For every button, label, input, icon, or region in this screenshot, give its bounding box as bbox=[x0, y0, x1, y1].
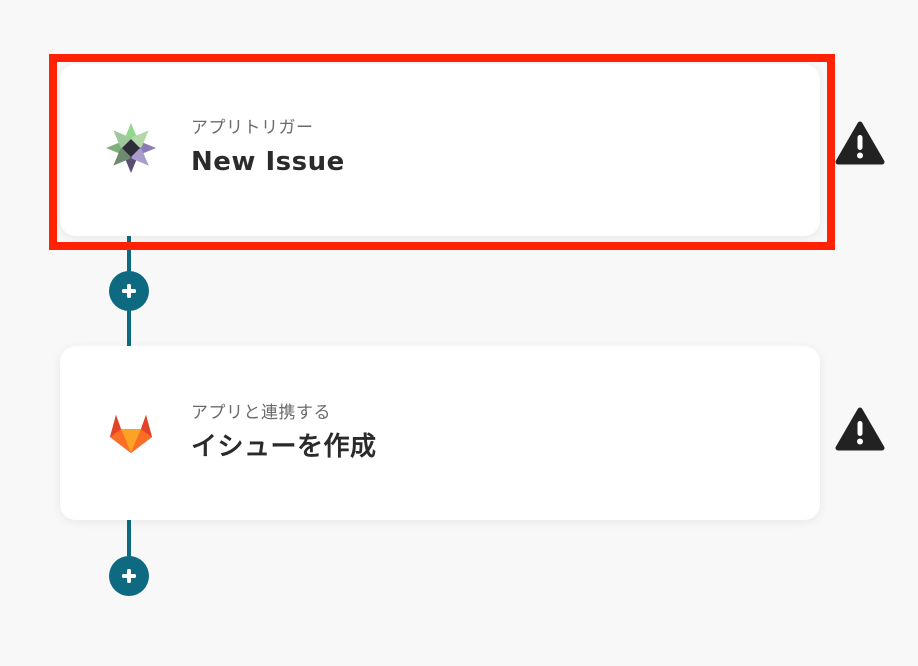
plus-icon bbox=[122, 284, 136, 298]
flow-connector-line bbox=[127, 520, 131, 560]
add-step-button[interactable] bbox=[109, 271, 149, 311]
flow-step-card-action[interactable]: アプリと連携する イシューを作成 bbox=[60, 346, 820, 520]
gitlab-logo-icon bbox=[104, 405, 158, 459]
step-type-label: アプリと連携する bbox=[191, 403, 331, 423]
step-type-label: アプリトリガー bbox=[191, 118, 314, 138]
warning-icon[interactable] bbox=[835, 407, 885, 451]
add-step-button[interactable] bbox=[109, 556, 149, 596]
warning-icon[interactable] bbox=[835, 121, 885, 165]
flow-step-card-trigger[interactable]: アプリトリガー New Issue bbox=[60, 64, 820, 236]
multi-color-star-logo-icon bbox=[104, 121, 158, 175]
step-title: New Issue bbox=[191, 147, 345, 177]
step-title: イシューを作成 bbox=[191, 432, 377, 462]
plus-icon bbox=[122, 569, 136, 583]
